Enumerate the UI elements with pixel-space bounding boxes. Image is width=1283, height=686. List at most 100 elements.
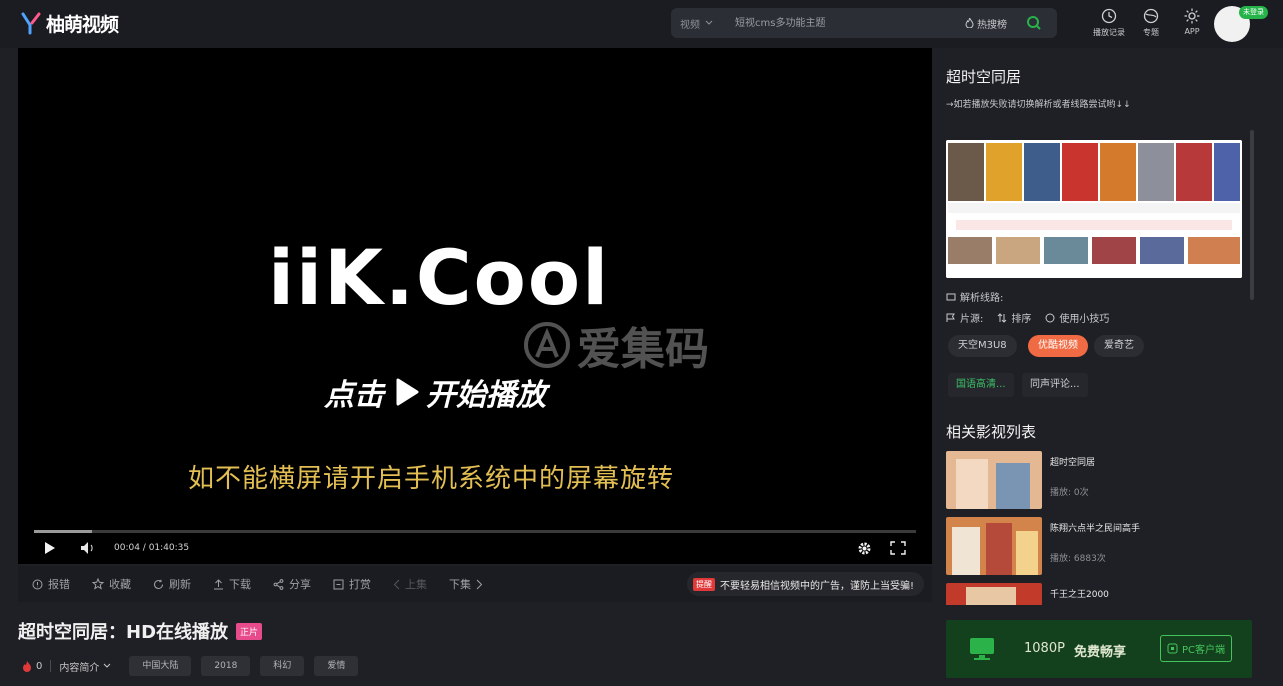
- hot-search-button[interactable]: 热搜榜: [965, 16, 1007, 31]
- play-cta-button[interactable]: 点击 开始播放: [324, 370, 546, 414]
- route-icon: [946, 293, 956, 300]
- sidebar-hint: →如若播放失败请切换解析或者线路尝试哟↓↓: [946, 100, 1131, 110]
- windows-icon: [1167, 643, 1178, 654]
- topics-label: 专题: [1143, 28, 1159, 37]
- sidebar-title: 超时空同居: [946, 68, 1022, 86]
- promo-image: [946, 140, 1242, 278]
- tag-genre-2[interactable]: 爱情: [314, 656, 359, 676]
- hot-search-label: 热搜榜: [977, 19, 1007, 31]
- settings-gear-icon[interactable]: [857, 541, 872, 556]
- related-item[interactable]: 陈翔六点半之民间高手 播放: 6883次: [946, 517, 1246, 575]
- refresh-button[interactable]: 刷新: [153, 576, 191, 592]
- time-display: 00:04 / 01:40:35: [114, 543, 190, 553]
- login-badge: 未登录: [1239, 6, 1268, 19]
- video-action-bar: 报错 收藏 刷新 下载 分享 打赏 上集 下集 提醒 不要轻易相信视频中的广告，…: [18, 566, 932, 602]
- status-badge: 正片: [236, 622, 263, 640]
- source-tab-youku[interactable]: 优酷视频: [1028, 335, 1088, 357]
- prev-episode-button[interactable]: 上集: [393, 576, 427, 592]
- play-cta-tail: 开始播放: [426, 378, 546, 413]
- watermark: 爱集码: [523, 313, 709, 377]
- episode-button-2[interactable]: 同声评论...: [1022, 373, 1088, 397]
- search-input[interactable]: [729, 8, 965, 38]
- related-name: 千王之王2000: [1050, 590, 1109, 600]
- next-episode-button[interactable]: 下集: [449, 576, 483, 592]
- related-item[interactable]: 超时空同居 播放: 0次: [946, 451, 1246, 509]
- flame-icon: [23, 660, 31, 672]
- promo-banner[interactable]: [946, 140, 1242, 278]
- line-label: 解析线路:: [946, 289, 1003, 304]
- refresh-icon: [154, 579, 164, 589]
- like-button[interactable]: 0: [22, 660, 43, 672]
- download-label: 下载: [229, 578, 251, 591]
- source-tab-m3u8[interactable]: 天空M3U8: [948, 335, 1017, 357]
- fire-icon: [965, 18, 974, 28]
- pc-client-banner[interactable]: 1080P 免费畅享 PC客户端: [946, 620, 1252, 678]
- tag-year[interactable]: 2018: [201, 656, 251, 676]
- like-count: 0: [36, 660, 43, 672]
- search-button[interactable]: [1019, 8, 1049, 38]
- logo-icon: [21, 12, 41, 35]
- intro-label: 内容简介: [59, 662, 100, 674]
- topics-button[interactable]: 专题: [1131, 8, 1171, 38]
- reward-button[interactable]: 打赏: [333, 576, 371, 592]
- watermark-text: 爱集码: [577, 324, 709, 375]
- source-tab-iqiyi[interactable]: 爱奇艺: [1094, 335, 1144, 357]
- clock-icon: [1101, 8, 1117, 24]
- ad-warning-badge: 提醒: [692, 577, 715, 591]
- search-icon: [1027, 16, 1041, 30]
- sidebar-scrollbar[interactable]: [1250, 130, 1254, 300]
- related-title: 相关影视列表: [946, 423, 1037, 441]
- volume-icon[interactable]: [80, 541, 96, 555]
- report-label: 报错: [48, 578, 70, 591]
- search-category-select[interactable]: 视频: [671, 16, 729, 31]
- video-brand-text: iiK.Cool: [268, 233, 611, 322]
- share-button[interactable]: 分享: [273, 576, 311, 592]
- sun-icon: [1184, 8, 1200, 24]
- sort-label: 排序: [1011, 314, 1032, 325]
- sort-button[interactable]: 排序: [997, 310, 1031, 325]
- favorite-button[interactable]: 收藏: [92, 576, 131, 592]
- app-button[interactable]: APP: [1172, 8, 1212, 36]
- help-circle-icon: [1045, 313, 1055, 322]
- history-button[interactable]: 播放记录: [1089, 8, 1129, 38]
- monitor-icon: [970, 638, 994, 660]
- top-header: 柚萌视频 视频 热搜榜 播放记录 专题 APP 未登录: [0, 0, 1283, 48]
- player-controls: 00:04 / 01:40:35: [18, 535, 932, 563]
- tag-region[interactable]: 中国大陆: [129, 656, 192, 676]
- related-item[interactable]: 千王之王2000: [946, 583, 1246, 605]
- share-label: 分享: [289, 578, 311, 591]
- pc-client-button[interactable]: PC客户端: [1160, 635, 1233, 662]
- chevron-left-icon: [393, 579, 400, 589]
- episode-button-1[interactable]: 国语高清...: [948, 373, 1014, 397]
- page-title: 超时空同居：HD在线播放: [18, 622, 229, 643]
- chevron-down-icon: [104, 663, 111, 668]
- report-button[interactable]: 报错: [32, 576, 70, 592]
- video-player[interactable]: iiK.Cool 爱集码 点击 开始播放 如不能横屏请开启手机系统中的屏幕旋转 …: [18, 48, 932, 564]
- favorite-label: 收藏: [109, 578, 131, 591]
- share-icon: [273, 578, 284, 590]
- related-name: 超时空同居: [1050, 458, 1096, 468]
- star-icon: [92, 578, 104, 590]
- progress-bar[interactable]: [34, 530, 916, 533]
- play-icon[interactable]: [44, 541, 56, 555]
- ad-warning-text: 不要轻易相信视频中的广告，谨防上当受骗!: [719, 580, 914, 592]
- download-button[interactable]: 下载: [213, 576, 251, 592]
- play-cta-label: 点击: [324, 378, 384, 413]
- related-thumbnail: [946, 517, 1042, 575]
- fullscreen-icon[interactable]: [890, 541, 906, 555]
- related-thumbnail: [946, 451, 1042, 509]
- logo-text: 柚萌视频: [46, 13, 119, 36]
- search-bar: 视频 热搜榜: [671, 8, 1057, 38]
- ad-warning: 提醒 不要轻易相信视频中的广告，谨防上当受骗!: [686, 572, 924, 596]
- site-logo[interactable]: 柚萌视频: [20, 9, 119, 37]
- info-circle-icon: [32, 579, 43, 589]
- source-intro-label: 片源:: [960, 314, 984, 325]
- intro-toggle[interactable]: 内容简介: [59, 659, 111, 674]
- tips-button[interactable]: 使用小技巧: [1045, 310, 1109, 325]
- video-title-row: 超时空同居：HD在线播放 正片: [18, 618, 263, 644]
- app-label: APP: [1184, 27, 1200, 36]
- tag-genre[interactable]: 科幻: [260, 656, 305, 676]
- chevron-down-icon: [705, 20, 713, 25]
- search-category-label: 视频: [680, 19, 700, 31]
- pc-free-text: 免费畅享: [1074, 645, 1127, 660]
